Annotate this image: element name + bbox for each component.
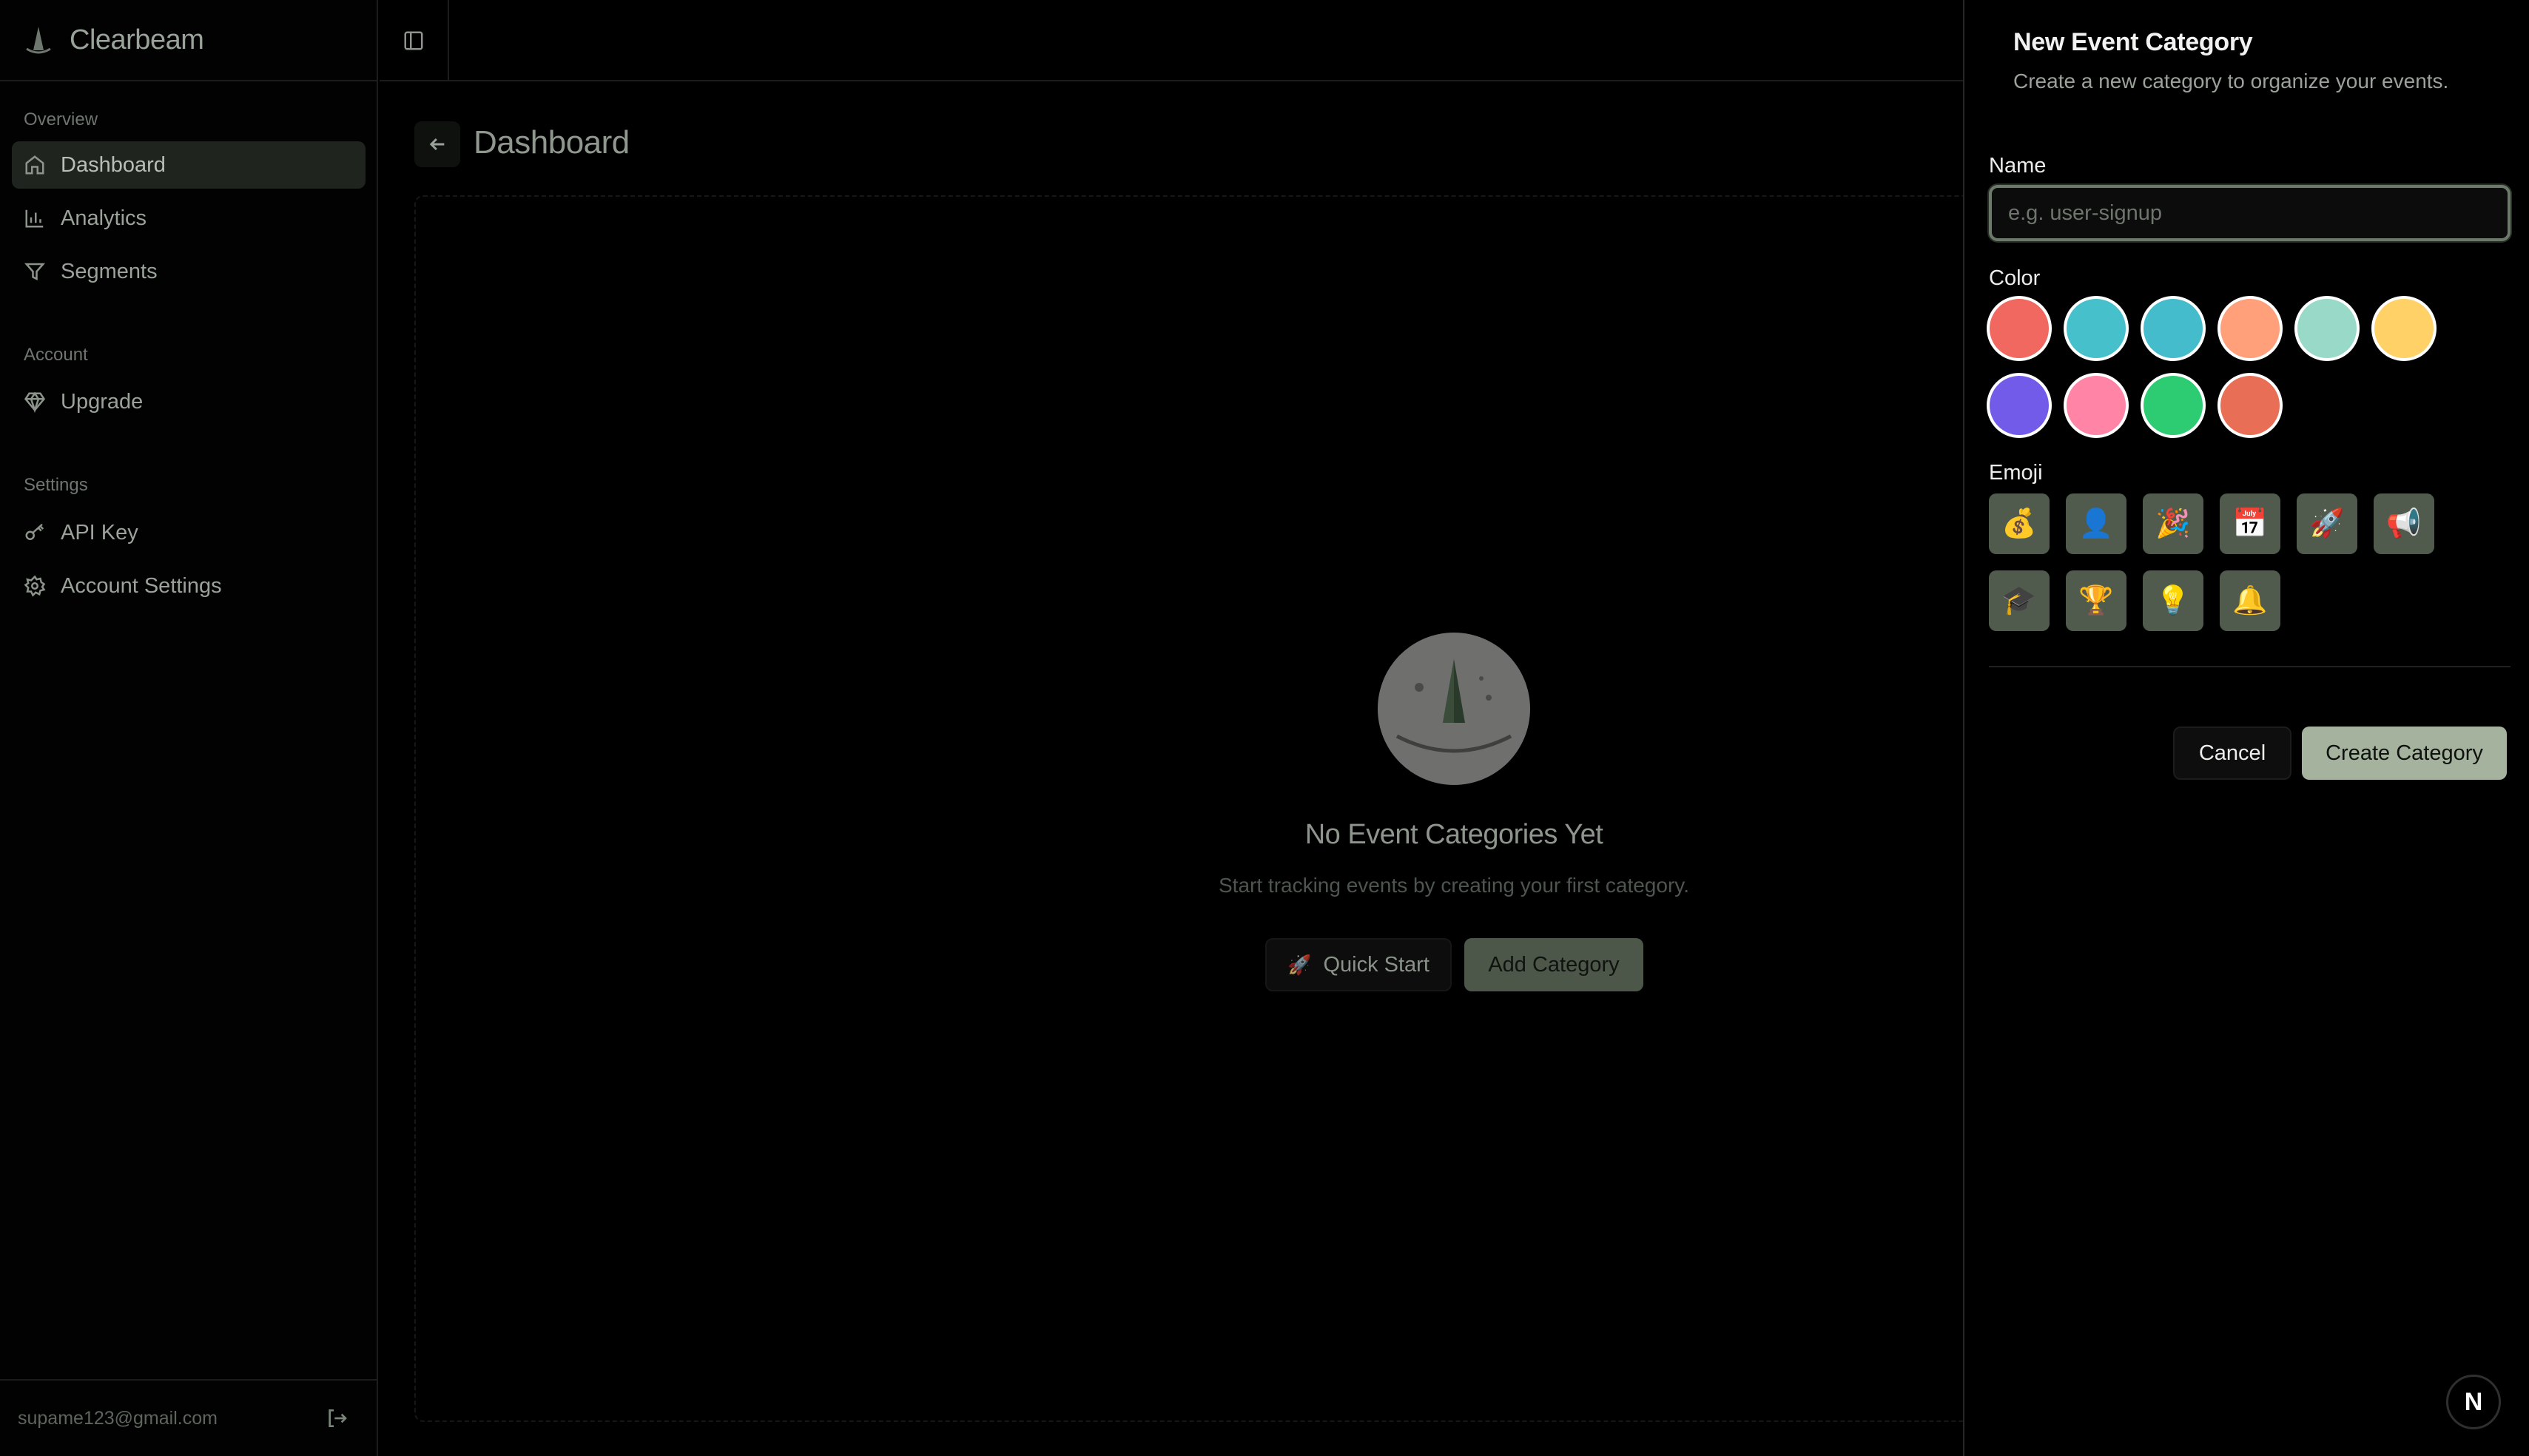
name-label: Name <box>1989 154 2047 178</box>
emoji-calendar[interactable]: 📅 <box>2220 493 2280 554</box>
color-swatch[interactable] <box>2141 296 2206 361</box>
quick-start-button[interactable]: 🚀 Quick Start <box>1265 938 1452 991</box>
sidebar-item-dashboard[interactable]: Dashboard <box>12 141 366 189</box>
color-swatch[interactable] <box>1987 373 2052 438</box>
color-swatch[interactable] <box>2371 296 2437 361</box>
create-category-button[interactable]: Create Category <box>2302 727 2507 780</box>
color-label: Color <box>1989 266 2041 290</box>
empty-state-illustration <box>1378 633 1530 785</box>
sidebar-item-label: Segments <box>61 259 158 283</box>
cancel-button[interactable]: Cancel <box>2173 727 2291 780</box>
color-swatch[interactable] <box>2141 373 2206 438</box>
quick-start-label: Quick Start <box>1323 952 1429 977</box>
sidebar: Clearbeam Overview Dashboard Analytics S… <box>0 0 378 1456</box>
sidebar-item-api-key[interactable]: API Key <box>12 509 366 556</box>
sidebar-toggle-button[interactable] <box>380 0 449 81</box>
empty-state-title: No Event Categories Yet <box>1304 819 1603 850</box>
sidebar-item-label: API Key <box>61 520 138 545</box>
section-label-settings: Settings <box>24 475 88 495</box>
drawer-title: New Event Category <box>2013 28 2253 56</box>
rocket-icon: 🚀 <box>1287 953 1312 976</box>
user-email: supame123@gmail.com <box>18 1407 218 1429</box>
logo-icon <box>26 27 51 54</box>
emoji-megaphone[interactable]: 📢 <box>2374 493 2434 554</box>
panel-left-icon <box>404 31 423 50</box>
section-label-account: Account <box>24 345 88 365</box>
gear-icon <box>24 575 46 597</box>
app-root: { "app": { "brand": "Clearbeam" }, "side… <box>0 0 2529 1456</box>
color-swatch[interactable] <box>2064 373 2129 438</box>
brand-name: Clearbeam <box>70 24 204 55</box>
emoji-graduation[interactable]: 🎓 <box>1989 570 2050 631</box>
add-category-button[interactable]: Add Category <box>1464 938 1643 991</box>
empty-state-subtitle: Start tracking events by creating your f… <box>1219 874 1689 897</box>
page-title: Dashboard <box>474 124 630 161</box>
sidebar-item-account-settings[interactable]: Account Settings <box>12 562 366 610</box>
sidebar-item-segments[interactable]: Segments <box>12 248 366 295</box>
name-input[interactable] <box>1989 185 2511 241</box>
color-swatch[interactable] <box>2064 296 2129 361</box>
emoji-lightbulb[interactable]: 💡 <box>2143 570 2203 631</box>
arrow-left-icon <box>429 138 445 151</box>
section-label-overview: Overview <box>24 109 98 129</box>
filter-icon <box>24 263 46 281</box>
topbar <box>380 0 1963 81</box>
brand-header[interactable]: Clearbeam <box>0 0 378 81</box>
sidebar-item-label: Analytics <box>61 206 147 230</box>
emoji-label: Emoji <box>1989 461 2043 485</box>
emoji-party[interactable]: 🎉 <box>2143 493 2203 554</box>
sidebar-item-upgrade[interactable]: Upgrade <box>12 378 366 425</box>
back-button[interactable] <box>414 121 460 167</box>
brand-illustration-icon <box>1395 659 1512 753</box>
sidebar-item-analytics[interactable]: Analytics <box>12 195 366 242</box>
drawer-subtitle: Create a new category to organize your e… <box>2013 70 2449 92</box>
color-swatch[interactable] <box>2217 373 2283 438</box>
logout-icon[interactable] <box>325 1406 348 1430</box>
color-swatch[interactable] <box>2294 296 2360 361</box>
drawer-divider <box>1989 666 2511 667</box>
empty-state-panel <box>414 195 1998 1422</box>
color-swatch[interactable] <box>2217 296 2283 361</box>
emoji-bell[interactable]: 🔔 <box>2220 570 2280 631</box>
gem-icon <box>24 391 46 413</box>
home-icon <box>25 155 44 175</box>
emoji-rocket[interactable]: 🚀 <box>2297 493 2357 554</box>
emoji-user[interactable]: 👤 <box>2066 493 2126 554</box>
emoji-trophy[interactable]: 🏆 <box>2066 570 2126 631</box>
dev-tools-badge[interactable]: N <box>2446 1375 2501 1429</box>
key-icon <box>25 523 44 540</box>
bar-chart-icon <box>25 209 44 228</box>
emoji-money-bag[interactable]: 💰 <box>1989 493 2050 554</box>
sidebar-item-label: Account Settings <box>61 573 222 598</box>
color-swatch[interactable] <box>1987 296 2052 361</box>
sidebar-footer: supame123@gmail.com <box>0 1379 378 1456</box>
sidebar-item-label: Dashboard <box>61 152 166 177</box>
sidebar-item-label: Upgrade <box>61 389 144 414</box>
